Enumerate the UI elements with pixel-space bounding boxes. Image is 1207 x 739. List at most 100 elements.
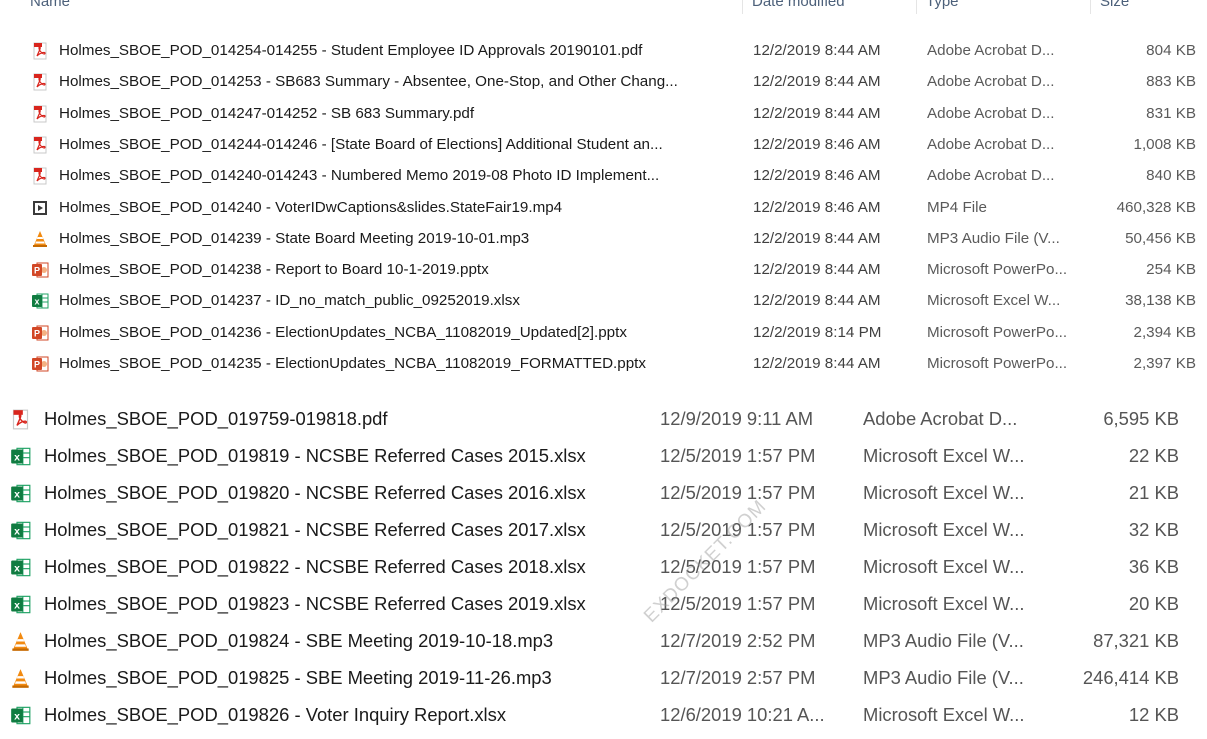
file-row[interactable]: Holmes_SBOE_POD_014240 - VoterIDwCaption…: [0, 197, 1207, 228]
column-divider[interactable]: [742, 0, 743, 14]
file-size: 22 KB: [1128, 445, 1179, 466]
svg-text:x: x: [14, 711, 20, 723]
file-name[interactable]: Holmes_SBOE_POD_014236 - ElectionUpdates…: [59, 322, 627, 344]
file-row[interactable]: x Holmes_SBOE_POD_019822 - NCSBE Referred…: [0, 554, 1207, 591]
file-type: MP3 Audio File (V...: [927, 229, 1060, 247]
file-date-modified: 12/2/2019 8:46 AM: [753, 198, 881, 216]
file-row[interactable]: Holmes_SBOE_POD_014253 - SB683 Summary -…: [0, 71, 1207, 102]
column-header-name[interactable]: Name: [30, 0, 70, 10]
file-name[interactable]: Holmes_SBOE_POD_014238 - Report to Board…: [59, 259, 489, 281]
file-name[interactable]: Holmes_SBOE_POD_014253 - SB683 Summary -…: [59, 71, 678, 93]
file-date-modified: 12/2/2019 8:44 AM: [753, 355, 881, 372]
file-name[interactable]: Holmes_SBOE_POD_019823 - NCSBE Referred …: [44, 591, 586, 617]
file-size: 20 KB: [1128, 593, 1179, 614]
column-header-size[interactable]: Size: [1100, 0, 1129, 10]
file-type: Microsoft Excel W...: [863, 482, 1025, 503]
file-type: Microsoft Excel W...: [863, 519, 1025, 540]
file-date-modified: 12/9/2019 9:11 AM: [660, 408, 814, 429]
file-name[interactable]: Holmes_SBOE_POD_014240-014243 - Numbered…: [59, 165, 659, 187]
file-date-modified: 12/7/2019 2:57 PM: [660, 667, 816, 688]
file-size: 36 KB: [1128, 556, 1179, 577]
file-name[interactable]: Holmes_SBOE_POD_014235 - ElectionUpdates…: [59, 353, 646, 375]
svg-text:x: x: [14, 489, 20, 501]
svg-text:x: x: [14, 563, 20, 575]
file-size: 804 KB: [1146, 42, 1196, 59]
file-row[interactable]: x Holmes_SBOE_POD_014237 - ID_no_match_pu…: [0, 290, 1207, 321]
column-divider[interactable]: [1090, 0, 1091, 14]
file-size: 50,456 KB: [1125, 229, 1196, 247]
powerpoint-icon: P: [31, 355, 49, 373]
column-divider[interactable]: [916, 0, 917, 14]
file-date-modified: 12/2/2019 8:44 AM: [753, 42, 881, 59]
pdf-icon: [31, 73, 49, 91]
file-date-modified: 12/2/2019 8:44 AM: [753, 261, 881, 279]
vlc-icon: [31, 230, 49, 248]
file-row[interactable]: Holmes_SBOE_POD_014244-014246 - [State B…: [0, 134, 1207, 165]
file-name[interactable]: Holmes_SBOE_POD_014240 - VoterIDwCaption…: [59, 197, 562, 219]
svg-text:P: P: [34, 266, 40, 276]
file-row[interactable]: Holmes_SBOE_POD_014240-014243 - Numbered…: [0, 165, 1207, 196]
file-name[interactable]: Holmes_SBOE_POD_019819 - NCSBE Referred …: [44, 443, 586, 469]
svg-text:x: x: [34, 297, 39, 307]
svg-text:x: x: [14, 526, 20, 538]
powerpoint-icon: P: [31, 324, 49, 342]
column-header-type[interactable]: Type: [926, 0, 959, 10]
file-row[interactable]: x Holmes_SBOE_POD_019823 - NCSBE Referred…: [0, 591, 1207, 628]
file-row[interactable]: P Holmes_SBOE_POD_014235 - ElectionUpdate…: [0, 353, 1207, 384]
file-size: 32 KB: [1128, 519, 1179, 540]
file-name[interactable]: Holmes_SBOE_POD_014239 - State Board Mee…: [59, 228, 529, 250]
file-date-modified: 12/6/2019 10:21 A...: [660, 704, 825, 725]
file-row[interactable]: x Holmes_SBOE_POD_019819 - NCSBE Referred…: [0, 443, 1207, 480]
file-name[interactable]: Holmes_SBOE_POD_014254-014255 - Student …: [59, 40, 642, 62]
file-row[interactable]: Holmes_SBOE_POD_019759-019818.pdf 12/9/20…: [0, 406, 1207, 443]
file-row[interactable]: x Holmes_SBOE_POD_019821 - NCSBE Referred…: [0, 517, 1207, 554]
file-date-modified: 12/2/2019 8:44 AM: [753, 73, 881, 91]
file-type: Microsoft Excel W...: [863, 704, 1025, 725]
file-row[interactable]: Holmes_SBOE_POD_014239 - State Board Mee…: [0, 228, 1207, 259]
file-type: MP3 Audio File (V...: [863, 630, 1024, 651]
pdf-icon: [31, 167, 49, 185]
file-row[interactable]: Holmes_SBOE_POD_019825 - SBE Meeting 201…: [0, 665, 1207, 702]
file-size: 12 KB: [1128, 704, 1179, 725]
vlc-icon: [10, 631, 31, 652]
file-date-modified: 12/5/2019 1:57 PM: [660, 482, 816, 503]
file-row[interactable]: Holmes_SBOE_POD_014254-014255 - Student …: [0, 40, 1207, 71]
file-name[interactable]: Holmes_SBOE_POD_019822 - NCSBE Referred …: [44, 554, 586, 580]
file-type: Adobe Acrobat D...: [927, 42, 1055, 59]
file-size: 21 KB: [1128, 482, 1179, 503]
file-name[interactable]: Holmes_SBOE_POD_014247-014252 - SB 683 S…: [59, 103, 474, 125]
file-date-modified: 12/7/2019 2:52 PM: [660, 630, 816, 651]
file-size: 460,328 KB: [1116, 198, 1196, 216]
file-row[interactable]: Holmes_SBOE_POD_019824 - SBE Meeting 201…: [0, 628, 1207, 665]
file-row[interactable]: x Holmes_SBOE_POD_019820 - NCSBE Referred…: [0, 480, 1207, 517]
excel-icon: x: [10, 705, 31, 726]
file-size: 87,321 KB: [1093, 630, 1179, 651]
svg-text:x: x: [14, 452, 20, 464]
file-date-modified: 12/2/2019 8:46 AM: [753, 135, 881, 153]
file-row[interactable]: x Holmes_SBOE_POD_019826 - Voter Inquiry …: [0, 702, 1207, 739]
file-size: 2,397 KB: [1133, 355, 1197, 372]
pdf-icon: [31, 105, 49, 123]
file-name[interactable]: Holmes_SBOE_POD_019821 - NCSBE Referred …: [44, 517, 586, 543]
pdf-icon: [31, 42, 49, 60]
file-name[interactable]: Holmes_SBOE_POD_019820 - NCSBE Referred …: [44, 480, 586, 506]
column-header-bar: Name Date modified Type Size: [0, 0, 1207, 16]
file-type: Microsoft Excel W...: [927, 292, 1061, 310]
video-icon: [31, 199, 49, 217]
file-date-modified: 12/2/2019 8:46 AM: [753, 167, 881, 185]
file-name[interactable]: Holmes_SBOE_POD_019825 - SBE Meeting 201…: [44, 665, 552, 691]
file-row[interactable]: P Holmes_SBOE_POD_014236 - ElectionUpdate…: [0, 322, 1207, 353]
file-date-modified: 12/2/2019 8:14 PM: [753, 323, 882, 341]
file-row[interactable]: Holmes_SBOE_POD_014247-014252 - SB 683 S…: [0, 103, 1207, 134]
file-name[interactable]: Holmes_SBOE_POD_019826 - Voter Inquiry R…: [44, 702, 506, 728]
file-row[interactable]: P Holmes_SBOE_POD_014238 - Report to Boar…: [0, 259, 1207, 290]
file-date-modified: 12/5/2019 1:57 PM: [660, 593, 816, 614]
file-name[interactable]: Holmes_SBOE_POD_019759-019818.pdf: [44, 406, 388, 432]
file-name[interactable]: Holmes_SBOE_POD_014237 - ID_no_match_pub…: [59, 290, 520, 312]
excel-icon: x: [10, 483, 31, 504]
file-name[interactable]: Holmes_SBOE_POD_019824 - SBE Meeting 201…: [44, 628, 553, 654]
column-header-date-modified[interactable]: Date modified: [752, 0, 845, 10]
file-type: Adobe Acrobat D...: [927, 104, 1055, 122]
file-name[interactable]: Holmes_SBOE_POD_014244-014246 - [State B…: [59, 134, 663, 156]
file-size: 883 KB: [1146, 73, 1196, 91]
